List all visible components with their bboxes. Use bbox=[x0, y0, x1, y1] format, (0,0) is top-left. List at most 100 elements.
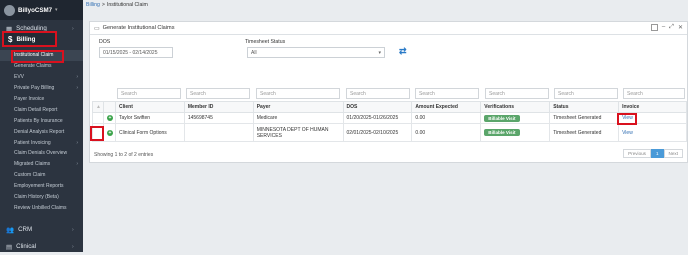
sidebar-subitem-label: Payer Invoice bbox=[14, 96, 45, 102]
panel-title: Generate Institutional Claims bbox=[102, 25, 175, 31]
sidebar-subitem[interactable]: Denial Analysis Report bbox=[0, 126, 83, 137]
sidebar-item-clinical[interactable]: ▤ Clinical › bbox=[0, 238, 83, 255]
amount-cell: 0.00 bbox=[411, 123, 482, 142]
timesheet-status-label: Timesheet Status bbox=[245, 39, 286, 45]
search-placeholder: Search bbox=[121, 90, 137, 97]
amount-cell: 0.00 bbox=[411, 112, 482, 124]
chevron-right-icon: › bbox=[76, 139, 78, 146]
sidebar-subitem[interactable]: EVV › bbox=[0, 72, 83, 83]
dos-cell: 01/20/2025-01/26/2025 bbox=[342, 112, 413, 124]
user-caret-icon[interactable]: ▾ bbox=[55, 7, 58, 13]
sidebar-header[interactable]: BillyoCSM7 ▾ bbox=[0, 0, 83, 20]
form-icon: ▭ bbox=[94, 25, 100, 32]
checkbox-icon[interactable] bbox=[650, 24, 658, 31]
page-button[interactable]: 1 bbox=[650, 149, 664, 158]
sidebar-subitem[interactable]: Private Pay Billing › bbox=[0, 83, 83, 94]
client-cell: Taylor Swiften bbox=[114, 112, 185, 124]
search-input[interactable]: Search bbox=[256, 88, 340, 99]
table-header-row: ▲ Client Member ID Payer DOS Amount Expe… bbox=[92, 101, 687, 113]
search-input[interactable]: Search bbox=[485, 88, 549, 99]
sidebar-item-label: CRM bbox=[18, 226, 33, 233]
search-placeholder: Search bbox=[260, 90, 276, 97]
timesheet-status-select[interactable]: All ▾ bbox=[247, 47, 385, 58]
highlight-box bbox=[90, 126, 104, 141]
highlight-box bbox=[11, 50, 64, 63]
chevron-right-icon: › bbox=[76, 85, 78, 92]
member-id-cell: 145698745 bbox=[183, 112, 254, 124]
dos-date-range-input[interactable]: 01/15/2025 - 02/14/2025 bbox=[99, 47, 173, 58]
previous-button[interactable]: Previous bbox=[623, 149, 651, 158]
column-header[interactable]: Member ID bbox=[183, 101, 254, 113]
sidebar-subitem[interactable]: Patients By Insurance bbox=[0, 115, 83, 126]
search-placeholder: Search bbox=[489, 90, 505, 97]
dos-label: DOS bbox=[99, 39, 111, 45]
sidebar-subitem[interactable]: Payer Invoice bbox=[0, 94, 83, 105]
column-header[interactable]: Client bbox=[114, 101, 185, 113]
sidebar-subitem-label: Claim Denials Overview bbox=[14, 150, 68, 157]
verification-cell: Billable Visit bbox=[480, 112, 551, 124]
table-row: + Clinical Form Options MINNESOTA DEPT O… bbox=[92, 123, 687, 142]
column-header[interactable]: Verifications bbox=[480, 101, 551, 113]
sidebar-subitem[interactable]: Patient Invoicing › bbox=[0, 137, 83, 148]
search-input[interactable]: Search bbox=[117, 88, 181, 99]
next-button[interactable]: Next bbox=[663, 149, 683, 158]
close-icon[interactable]: ✕ bbox=[678, 24, 683, 31]
sidebar-subitem[interactable]: Migrated Claims › bbox=[0, 159, 83, 170]
sidebar-bottom: 👥 CRM › ▤ Clinical › bbox=[0, 221, 83, 255]
table-row: + Taylor Swiften 145698745 Medicare 01/2… bbox=[92, 112, 687, 124]
user-name[interactable]: BillyoCSM7 bbox=[18, 7, 52, 14]
column-header[interactable]: Amount Expected bbox=[411, 101, 482, 113]
chevron-right-icon: › bbox=[72, 226, 74, 233]
search-input[interactable]: Search bbox=[415, 88, 479, 99]
plus-icon[interactable]: + bbox=[106, 115, 113, 121]
search-placeholder: Search bbox=[350, 90, 366, 97]
expand-cell[interactable]: + bbox=[102, 123, 116, 142]
pagination: Previous 1 Next bbox=[623, 149, 683, 158]
search-input[interactable]: Search bbox=[623, 88, 685, 99]
search-input[interactable]: Search bbox=[554, 88, 618, 99]
sidebar-item-billing[interactable]: $ Billing bbox=[2, 31, 57, 47]
plus-icon[interactable]: + bbox=[106, 129, 113, 136]
payer-cell: Medicare bbox=[252, 112, 344, 124]
search-input[interactable]: Search bbox=[186, 88, 250, 99]
sidebar-subitem[interactable]: Claim Detail Report bbox=[0, 104, 83, 115]
dos-value: 01/15/2025 - 02/14/2025 bbox=[103, 49, 158, 56]
sidebar-subitem-label: Private Pay Billing bbox=[14, 85, 55, 92]
status-value: All bbox=[251, 49, 257, 56]
chevron-right-icon: › bbox=[76, 161, 78, 168]
member-id-cell bbox=[183, 123, 254, 142]
sidebar-subitem-label: EVV bbox=[14, 74, 25, 81]
sidebar-subitem-label: Denial Analysis Report bbox=[14, 128, 65, 135]
sidebar-subitem[interactable]: Employement Reports bbox=[0, 181, 83, 192]
expand-icon[interactable]: ⤢ bbox=[669, 24, 674, 31]
chevron-right-icon: › bbox=[72, 25, 74, 32]
panel-header: ▭ Generate Institutional Claims – ⤢ ✕ bbox=[90, 22, 687, 35]
expand-header bbox=[102, 101, 116, 113]
sidebar-subitem[interactable]: Custom Claim bbox=[0, 170, 83, 181]
search-placeholder: Search bbox=[419, 90, 435, 97]
expand-cell[interactable]: + bbox=[102, 112, 116, 124]
sidebar-subitem-label: Patients By Insurance bbox=[14, 117, 63, 124]
sidebar-subitem[interactable]: Claim History (Beta) bbox=[0, 192, 83, 203]
sort-header[interactable]: ▲ bbox=[92, 101, 104, 113]
column-header[interactable]: Status bbox=[549, 101, 620, 113]
swap-arrows-icon[interactable]: ⇄ bbox=[399, 46, 407, 57]
sidebar-subitem-label: Claim Detail Report bbox=[14, 106, 58, 113]
column-header[interactable]: DOS bbox=[342, 101, 413, 113]
sidebar-subitem-label: Patient Invoicing bbox=[14, 139, 51, 146]
breadcrumb-link[interactable]: Billing bbox=[86, 2, 100, 8]
chevron-down-icon: ▾ bbox=[378, 49, 381, 56]
claims-panel: ▭ Generate Institutional Claims – ⤢ ✕ DO… bbox=[89, 21, 688, 163]
sidebar-subitem-label: Generate Claims bbox=[14, 63, 52, 70]
highlight-box bbox=[617, 113, 637, 125]
sidebar-subitem[interactable]: Review Unbilled Claims bbox=[0, 202, 83, 213]
search-input[interactable]: Search bbox=[346, 88, 410, 99]
column-header[interactable]: Payer bbox=[252, 101, 344, 113]
sidebar-subitem[interactable]: Claim Denials Overview bbox=[0, 148, 83, 159]
view-invoice-link[interactable]: View bbox=[622, 130, 633, 136]
sidebar-item-crm[interactable]: 👥 CRM › bbox=[0, 221, 83, 238]
minimize-icon[interactable]: – bbox=[662, 24, 665, 31]
column-header[interactable]: Invoice bbox=[618, 101, 687, 113]
search-placeholder: Search bbox=[627, 90, 643, 97]
search-placeholder: Search bbox=[190, 90, 206, 97]
